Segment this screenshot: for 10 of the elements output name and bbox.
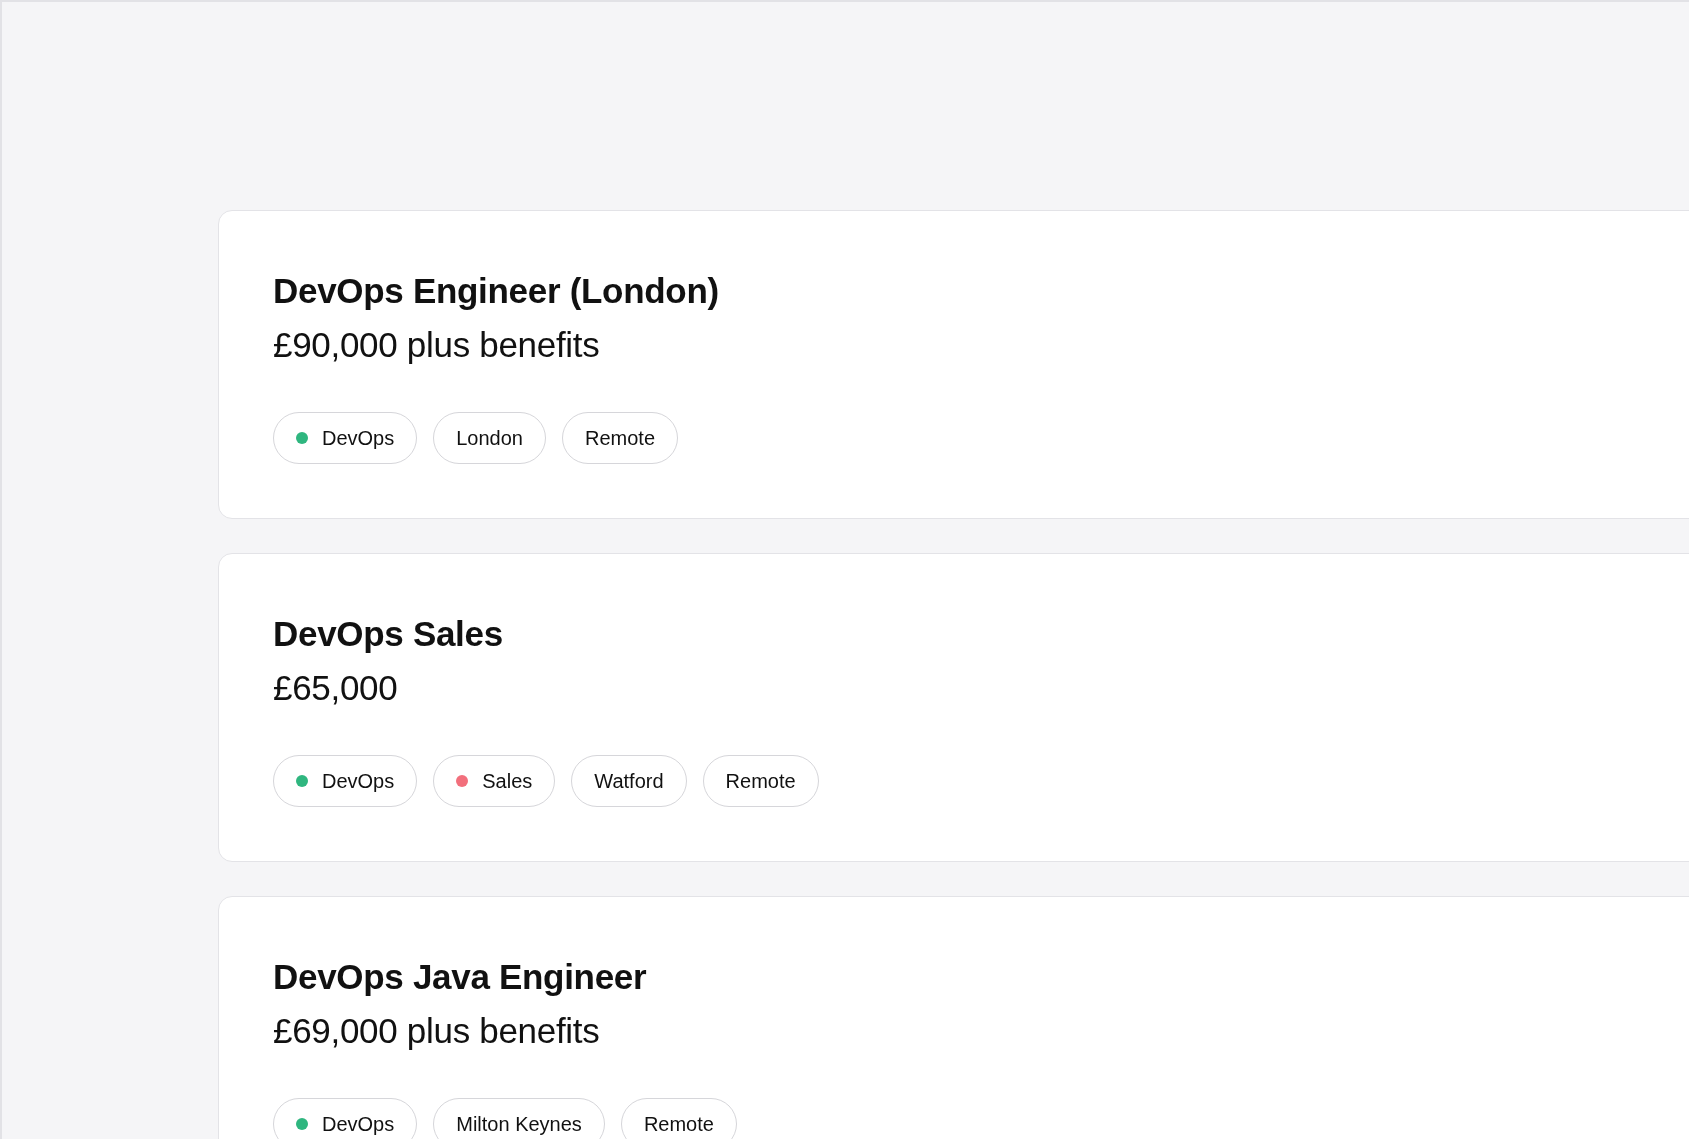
tag-label: DevOps	[322, 426, 395, 450]
tag-label: DevOps	[322, 1112, 395, 1136]
job-title: DevOps Sales	[273, 613, 504, 655]
job-title: DevOps Engineer (London)	[273, 270, 720, 312]
tag-label: DevOps	[322, 769, 395, 793]
salary-text: £69,000 plus benefits	[273, 1010, 601, 1052]
tag-label: Sales	[482, 769, 533, 793]
job-title: DevOps Java Engineer	[273, 956, 648, 998]
salary-text: £90,000 plus benefits	[273, 324, 601, 366]
salary-text: £65,000	[273, 667, 399, 709]
